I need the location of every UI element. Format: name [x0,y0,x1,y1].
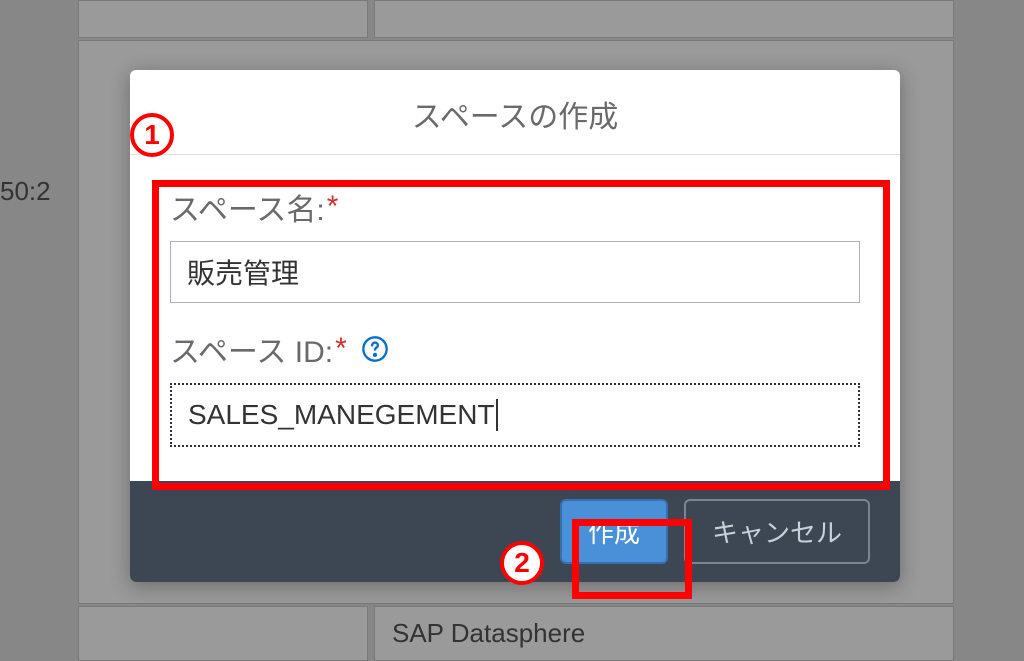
space-name-group: スペース名: * [170,185,860,303]
space-name-label-text: スペース名: [170,185,325,229]
space-name-label: スペース名: * [170,185,860,229]
dialog-header: スペースの作成 [130,70,900,155]
create-space-dialog: スペースの作成 スペース名: * スペース ID: * [130,70,900,582]
space-id-label-text: スペース ID: [170,327,333,371]
annotation-marker-2: 2 [500,541,544,585]
required-asterisk: * [327,190,339,224]
bg-footer-text: SAP Datasphere [392,618,585,649]
dialog-title: スペースの作成 [150,92,880,136]
space-name-input[interactable] [170,241,860,303]
bg-timestamp: 50:2 [0,176,51,207]
space-id-group: スペース ID: * SALES_MANEGEMENT [170,327,860,447]
space-id-input-value: SALES_MANEGEMENT [188,399,498,431]
space-id-label: スペース ID: * [170,327,860,371]
space-id-input[interactable]: SALES_MANEGEMENT [170,383,860,447]
dialog-body: スペース名: * スペース ID: * SALES_MANEGEMENT [130,155,900,481]
create-button[interactable]: 作成 [560,499,668,564]
required-asterisk: * [335,332,347,366]
annotation-marker-1: 1 [130,113,174,157]
help-icon[interactable] [361,335,389,363]
cancel-button[interactable]: キャンセル [684,499,870,564]
